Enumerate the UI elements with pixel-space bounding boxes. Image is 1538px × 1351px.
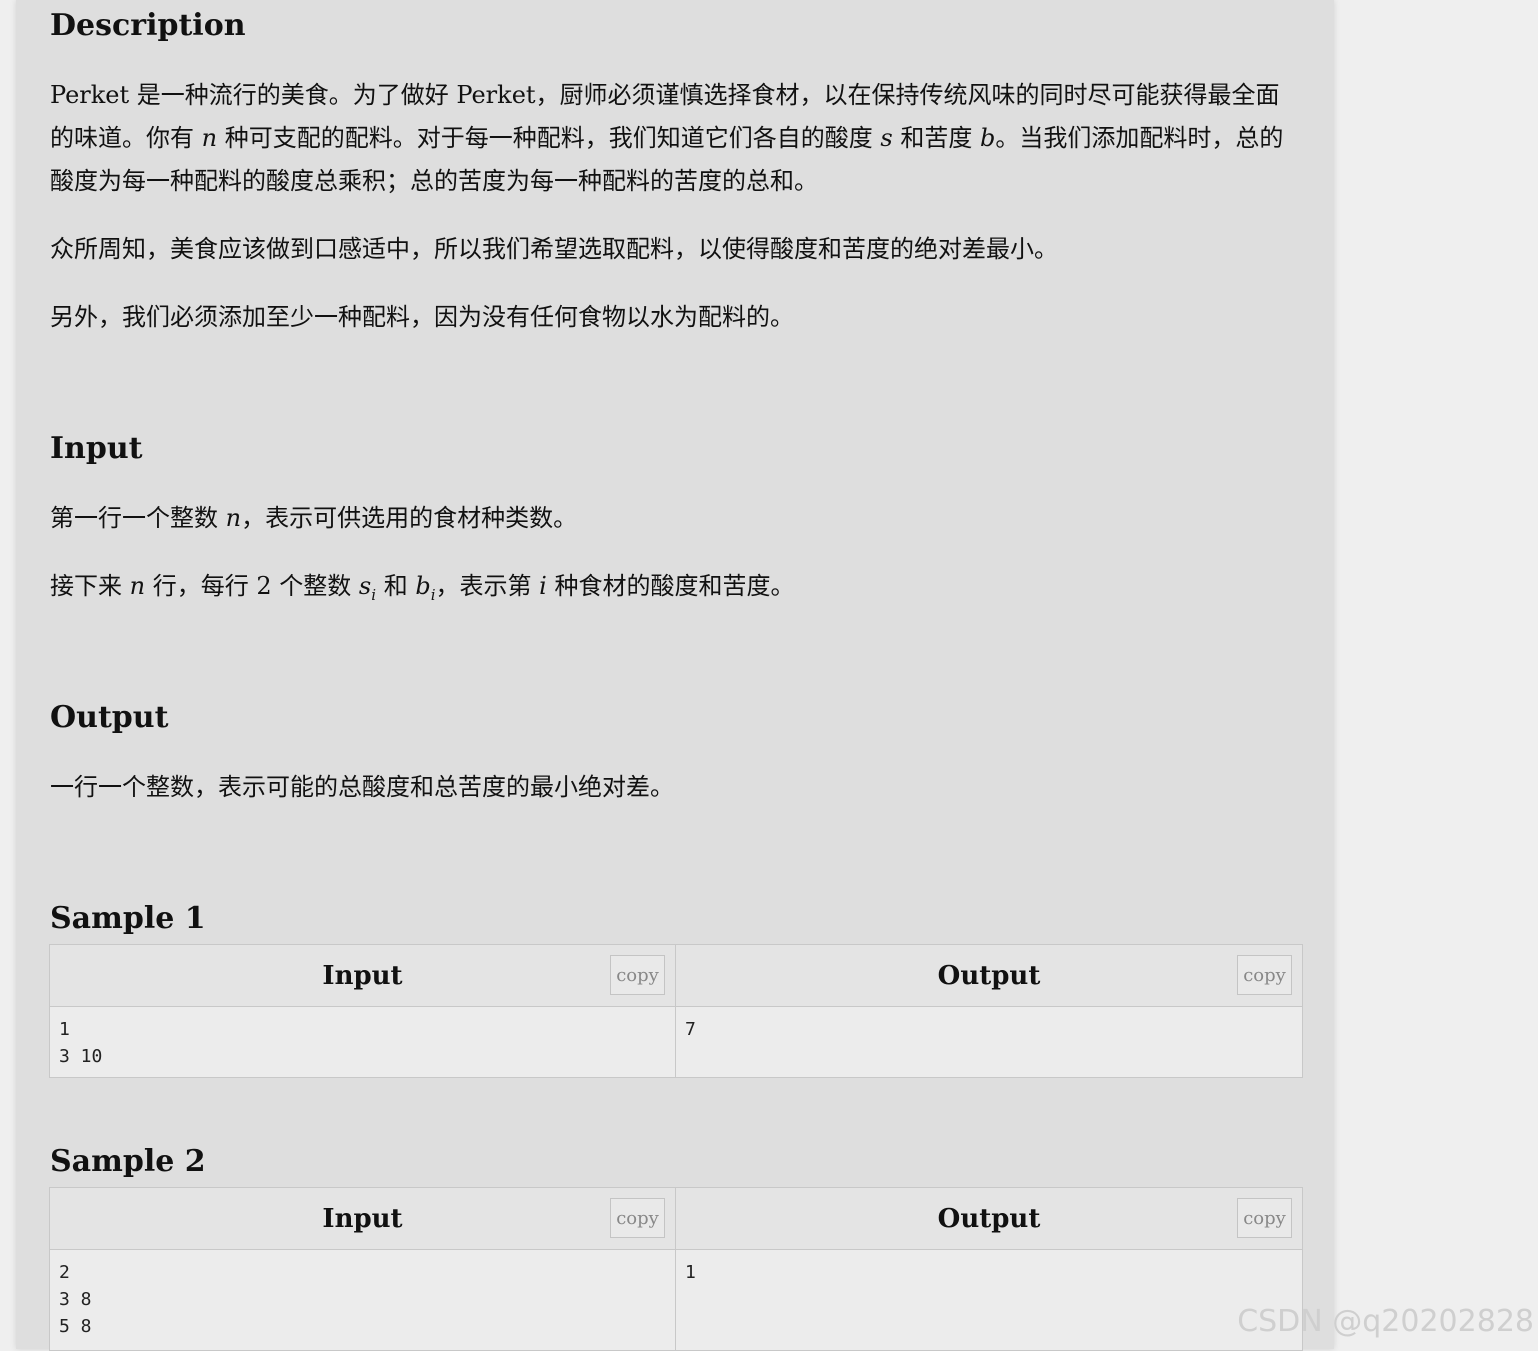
sample-1-input-copy-button[interactable]: copy [610,955,665,995]
input-heading: Input [50,431,143,466]
sample-2-output-header: Output copy [676,1188,1302,1250]
output-heading: Output [50,700,169,735]
sample-1-table: Input copy Output copy 1 3 10 7 [49,944,1303,1078]
sample-1-output-header: Output copy [676,945,1302,1007]
input-paragraph-2: 接下来 n 行，每行 2 个整数 si 和 bi，表示第 i 种食材的酸度和苦度… [50,572,795,604]
output-paragraph-1: 一行一个整数，表示可能的总酸度和总苦度的最小绝对差。 [50,773,674,801]
sample-1-input-label: Input [322,960,403,991]
sample-1-output-content: 7 [685,1019,696,1040]
sample-2-input-content: 2 3 8 5 8 [50,1250,676,1350]
sample-2-heading: Sample 2 [50,1144,206,1179]
sample-2-input-header: Input copy [50,1188,676,1250]
input-paragraph-1: 第一行一个整数 n，表示可供选用的食材种类数。 [50,504,578,532]
math-b: b [415,572,431,600]
description-paragraph-3: 另外，我们必须添加至少一种配料，因为没有任何食物以水为配料的。 [50,303,794,331]
math-s: s [880,124,893,152]
description-paragraph-2: 众所周知，美食应该做到口感适中，所以我们希望选取配料，以使得酸度和苦度的绝对差最… [50,235,1058,263]
math-b: b [979,124,996,152]
math-s: s [358,572,372,600]
sample-2-input-copy-button[interactable]: copy [610,1198,665,1238]
math-i: i [539,572,547,600]
description-heading: Description [50,8,246,43]
sample-2-output-label: Output [937,1203,1041,1234]
sample-1-output-label: Output [937,960,1041,991]
sample-2-output-copy-button[interactable]: copy [1237,1198,1292,1238]
sample-1-input-content: 1 3 10 [50,1007,676,1077]
math-n: n [225,504,242,532]
sample-2-output-content: 1 [685,1262,696,1283]
math-2: 2 [256,572,272,600]
csdn-watermark: CSDN @q20202828 [1237,1304,1534,1339]
math-n: n [129,572,146,600]
sample-1-heading: Sample 1 [50,901,206,936]
sample-1-input-header: Input copy [50,945,676,1007]
sample-2-input-label: Input [322,1203,403,1234]
description-paragraph-1: Perket 是一种流行的美食。为了做好 Perket，厨师必须谨慎选择食材，以… [50,81,1284,195]
sample-1-output-copy-button[interactable]: copy [1237,955,1292,995]
sample-2-table: Input copy Output copy 2 3 8 5 8 1 [49,1187,1303,1351]
math-n: n [201,124,218,152]
